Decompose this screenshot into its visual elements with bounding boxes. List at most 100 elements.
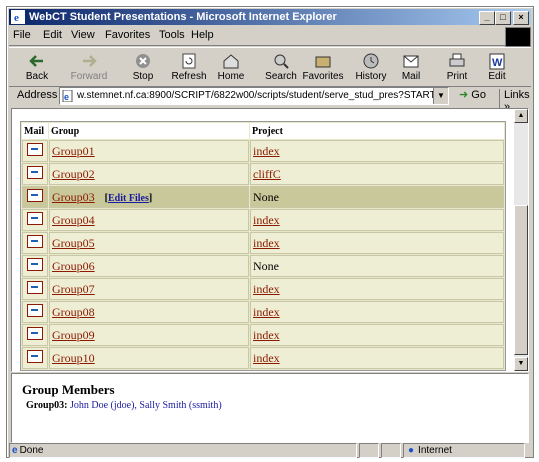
- mail-cell: [22, 140, 48, 162]
- vertical-scrollbar[interactable]: ▲ ▼: [514, 109, 528, 371]
- email-icon[interactable]: [27, 165, 43, 179]
- email-icon[interactable]: [27, 257, 43, 271]
- scroll-up-button[interactable]: ▲: [514, 109, 528, 123]
- edit-button[interactable]: W Edit: [475, 50, 519, 84]
- project-link[interactable]: cliffC: [253, 167, 281, 181]
- mail-cell: [22, 186, 48, 208]
- menu-favorites[interactable]: Favorites: [105, 29, 150, 41]
- col-header-mail: Mail: [22, 123, 48, 139]
- edit-files-link-wrapper: [Edit Files]: [104, 192, 153, 204]
- col-header-project: Project: [250, 123, 504, 139]
- toolbar-label: Print: [446, 71, 468, 82]
- group-link[interactable]: Group08: [52, 305, 95, 319]
- group-link[interactable]: Group02: [52, 167, 95, 181]
- svg-text:W: W: [492, 57, 503, 69]
- email-icon[interactable]: [27, 234, 43, 248]
- address-input[interactable]: e w.stemnet.nf.ca:8900/SCRIPT/6822w00/scr…: [59, 87, 449, 105]
- print-button[interactable]: Print: [435, 50, 479, 84]
- mail-cell: [22, 255, 48, 277]
- stop-icon: [136, 54, 150, 68]
- table-row: Group08 index: [22, 301, 504, 323]
- refresh-button[interactable]: Refresh: [167, 50, 211, 84]
- project-link[interactable]: index: [253, 305, 280, 319]
- toolbar-label: History: [355, 71, 387, 82]
- project-cell: index: [250, 347, 504, 369]
- scroll-down-button[interactable]: ▼: [514, 357, 528, 371]
- maximize-button[interactable]: □: [495, 11, 511, 25]
- email-icon[interactable]: [27, 303, 43, 317]
- menu-tools[interactable]: Tools: [159, 29, 185, 41]
- project-link[interactable]: index: [253, 144, 280, 158]
- forward-button[interactable]: Forward: [67, 50, 111, 84]
- project-link[interactable]: index: [253, 213, 280, 227]
- history-icon: [363, 53, 379, 69]
- mail-button[interactable]: Mail: [389, 50, 433, 84]
- home-button[interactable]: Home: [209, 50, 253, 84]
- close-button[interactable]: ×: [513, 11, 529, 25]
- project-cell: index: [250, 232, 504, 254]
- group-link[interactable]: Group05: [52, 236, 95, 250]
- home-icon: [223, 54, 239, 69]
- group-cell: Group04: [49, 209, 249, 231]
- status-pane-empty-1: [359, 443, 379, 458]
- email-icon[interactable]: [27, 188, 43, 202]
- ie-logo-icon: e: [11, 10, 25, 24]
- table-row: Group09 index: [22, 324, 504, 346]
- email-icon[interactable]: [27, 280, 43, 294]
- window-title: WebCT Student Presentations - Microsoft …: [29, 11, 337, 23]
- address-url: w.stemnet.nf.ca:8900/SCRIPT/6822w00/scri…: [77, 90, 448, 101]
- page-icon: e: [62, 90, 73, 102]
- search-button[interactable]: Search: [259, 50, 303, 84]
- back-arrow-icon: [29, 55, 43, 67]
- search-icon: [274, 54, 289, 69]
- go-button[interactable]: ➜ Go: [459, 88, 486, 101]
- stop-button[interactable]: Stop: [121, 50, 165, 84]
- members-title: Group Members: [22, 382, 115, 397]
- group-link[interactable]: Group04: [52, 213, 95, 227]
- email-icon[interactable]: [27, 326, 43, 340]
- group-link[interactable]: Group06: [52, 259, 95, 273]
- go-arrow-icon: ➜: [459, 89, 469, 101]
- members-names[interactable]: John Doe (jdoe), Sally Smith (ssmith): [70, 400, 222, 411]
- menu-bar: File Edit View Favorites Tools Help: [9, 27, 531, 46]
- group-link[interactable]: Group10: [52, 351, 95, 365]
- email-icon[interactable]: [27, 211, 43, 225]
- group-cell: Group07: [49, 278, 249, 300]
- menu-edit[interactable]: Edit: [43, 29, 62, 41]
- status-bar: e Done ● Internet: [9, 443, 531, 458]
- table-row: Group10 index: [22, 347, 504, 369]
- toolbar-label: Refresh: [171, 71, 207, 82]
- project-link[interactable]: index: [253, 236, 280, 250]
- menu-view[interactable]: View: [71, 29, 95, 41]
- address-label: Address: [17, 89, 58, 101]
- edit-files-link[interactable]: Edit Files: [108, 193, 149, 204]
- minimize-button[interactable]: _: [479, 11, 495, 25]
- scroll-thumb[interactable]: [514, 205, 528, 355]
- project-link[interactable]: index: [253, 282, 280, 296]
- table-row: Group01 index: [22, 140, 504, 162]
- toolbar-label: Home: [217, 71, 245, 82]
- address-dropdown-button[interactable]: ▼: [433, 88, 448, 104]
- members-group-label: Group03:: [26, 400, 68, 411]
- group-link[interactable]: Group09: [52, 328, 95, 342]
- favorites-button[interactable]: Favorites: [301, 50, 345, 84]
- history-button[interactable]: History: [349, 50, 393, 84]
- menu-help[interactable]: Help: [191, 29, 214, 41]
- project-cell: None: [250, 255, 504, 277]
- windows-logo-icon: [505, 27, 531, 47]
- group-link[interactable]: Group01: [52, 144, 95, 158]
- menu-file[interactable]: File: [13, 29, 31, 41]
- table-row: Group04 index: [22, 209, 504, 231]
- groups-table: Mail Group Project Group01 index Group02 cl…: [20, 121, 506, 371]
- project-link[interactable]: index: [253, 351, 280, 365]
- group-cell: Group05: [49, 232, 249, 254]
- status-pane-empty-2: [381, 443, 401, 458]
- email-icon[interactable]: [27, 349, 43, 363]
- group-link[interactable]: Group03: [52, 190, 95, 204]
- group-link[interactable]: Group07: [52, 282, 95, 296]
- table-row: Group06 None: [22, 255, 504, 277]
- project-link[interactable]: index: [253, 328, 280, 342]
- email-icon[interactable]: [27, 142, 43, 156]
- toolbar: Back Forward Stop Refresh Home Search Favorite…: [9, 47, 531, 87]
- back-button[interactable]: Back: [15, 50, 59, 84]
